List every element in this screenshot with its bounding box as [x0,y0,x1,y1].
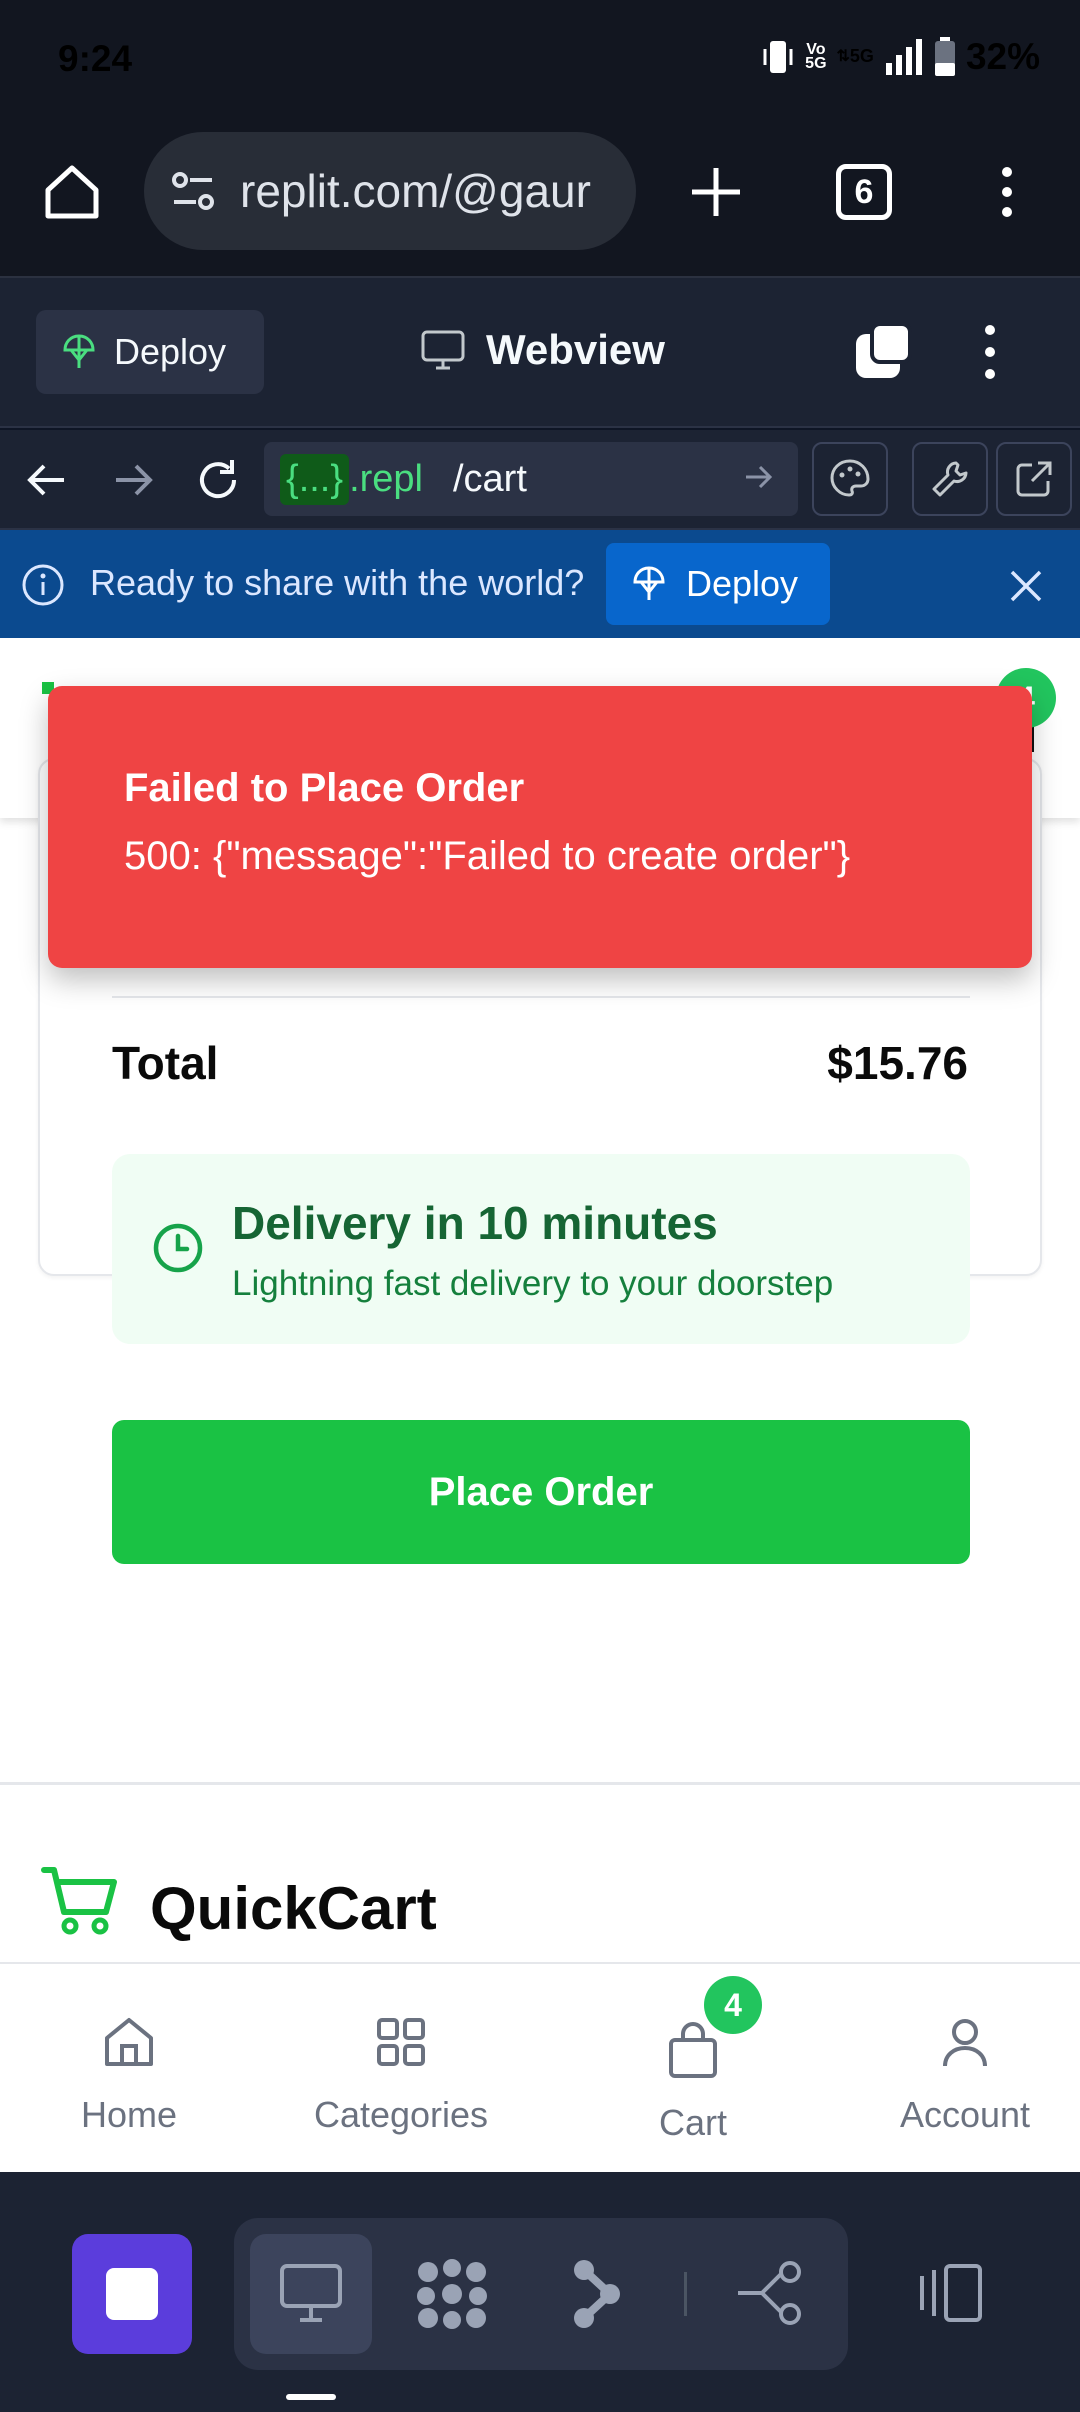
home-icon [105,2018,153,2066]
webview-tab-title: Webview [420,326,665,374]
webview-host-chip: {...} [280,453,350,505]
open-external-button[interactable] [996,442,1072,516]
data-type-label: ⇅ 5G [836,46,874,66]
deploy-icon [633,566,665,600]
workflow-icon[interactable] [570,2258,622,2330]
nav-cart[interactable]: 4 Cart [558,1964,828,2174]
external-link-icon [1016,461,1052,497]
toast-title: Failed to Place Order [124,766,525,810]
clock-icon [153,1223,203,1273]
banner-text: Ready to share with the world? [90,562,585,603]
info-icon [22,564,64,606]
go-arrow-icon[interactable] [742,460,776,494]
replit-more-icon[interactable] [972,320,1008,384]
battery-percent: 32% [965,36,1040,77]
tool-separator [684,2272,687,2316]
tab-switcher-button[interactable]: 6 [836,164,892,220]
webview-title-label: Webview [486,326,665,373]
nav-categories-label: Categories [313,2094,489,2135]
panel-layout-icon[interactable] [912,2262,986,2324]
site-settings-icon[interactable] [168,166,218,216]
shopping-cart-icon [41,1867,117,1935]
browser-url-bar[interactable]: replit.com/@gaur [144,132,636,250]
tool-webview-button[interactable] [250,2234,372,2354]
webview-host: .repl [349,457,423,500]
reload-icon[interactable] [190,452,246,508]
nav-account-label: Account [899,2094,1031,2135]
monitor-icon [421,330,465,370]
home-icon[interactable] [40,160,104,224]
nav-cart-badge: 4 [704,1976,762,2034]
git-branch-icon[interactable] [734,2260,806,2326]
bottom-nav: Home Categories 4 Cart Account [0,1962,1080,2172]
signal-icon [885,39,922,75]
deploy-button-label: Deploy [114,331,227,372]
webview-url-field[interactable]: {...} .repl /cart [264,442,798,516]
banner-deploy-button[interactable]: Deploy [606,543,830,625]
stop-button[interactable] [72,2234,192,2354]
palette-icon [830,459,870,497]
user-icon [943,2019,987,2067]
nav-home-label: Home [80,2094,178,2135]
deploy-icon [63,334,95,368]
volte-indicator: Vo 5G [805,41,827,72]
banner-deploy-label: Deploy [686,563,799,604]
nav-home[interactable]: Home [0,1964,264,2174]
new-tab-icon[interactable] [684,160,748,224]
shopping-bag-icon [669,2022,717,2078]
status-icons: Vo 5G ⇅ 5G 32% [761,36,1040,78]
browser-url-text: replit.com/@gaur [240,165,591,217]
status-time: 9:24 [58,38,133,79]
place-order-button[interactable]: Place Order [112,1420,970,1564]
total-label: Total [112,1037,219,1089]
total-value: $15.76 [827,1037,968,1089]
pane-layout-icon[interactable] [852,320,916,384]
gesture-bar [286,2394,336,2400]
back-arrow-icon[interactable] [20,452,76,508]
nav-cart-label: Cart [658,2102,727,2143]
battery-icon [934,37,955,76]
grid-icon [377,2018,425,2066]
footer-divider [0,1782,1080,1785]
webview-path: /cart [452,457,527,500]
monitor-icon [280,2264,342,2322]
vibrate-icon [763,41,793,73]
nav-account[interactable]: Account [830,1964,1080,2174]
deploy-button[interactable]: Deploy [36,310,264,394]
error-toast[interactable]: Failed to Place Order 500: {"message":"F… [48,686,1032,968]
delivery-title: Delivery in 10 minutes [232,1197,718,1249]
toast-message: 500: {"message":"Failed to create order"… [124,834,851,878]
devtools-button[interactable] [912,442,988,516]
nav-categories[interactable]: Categories [266,1964,536,2174]
delivery-info-box: Delivery in 10 minutes Lightning fast de… [112,1154,970,1344]
agent-icon[interactable] [414,2258,490,2330]
delivery-subtitle: Lightning fast delivery to your doorstep [232,1264,834,1303]
forward-arrow-icon[interactable] [104,452,160,508]
summary-divider [112,996,970,998]
footer-brand: QuickCart [150,1875,437,1942]
stop-icon [106,2268,158,2320]
wrench-icon [932,461,968,497]
close-icon[interactable] [1006,566,1046,606]
palette-button[interactable] [812,442,888,516]
more-vert-icon[interactable] [992,160,1022,224]
